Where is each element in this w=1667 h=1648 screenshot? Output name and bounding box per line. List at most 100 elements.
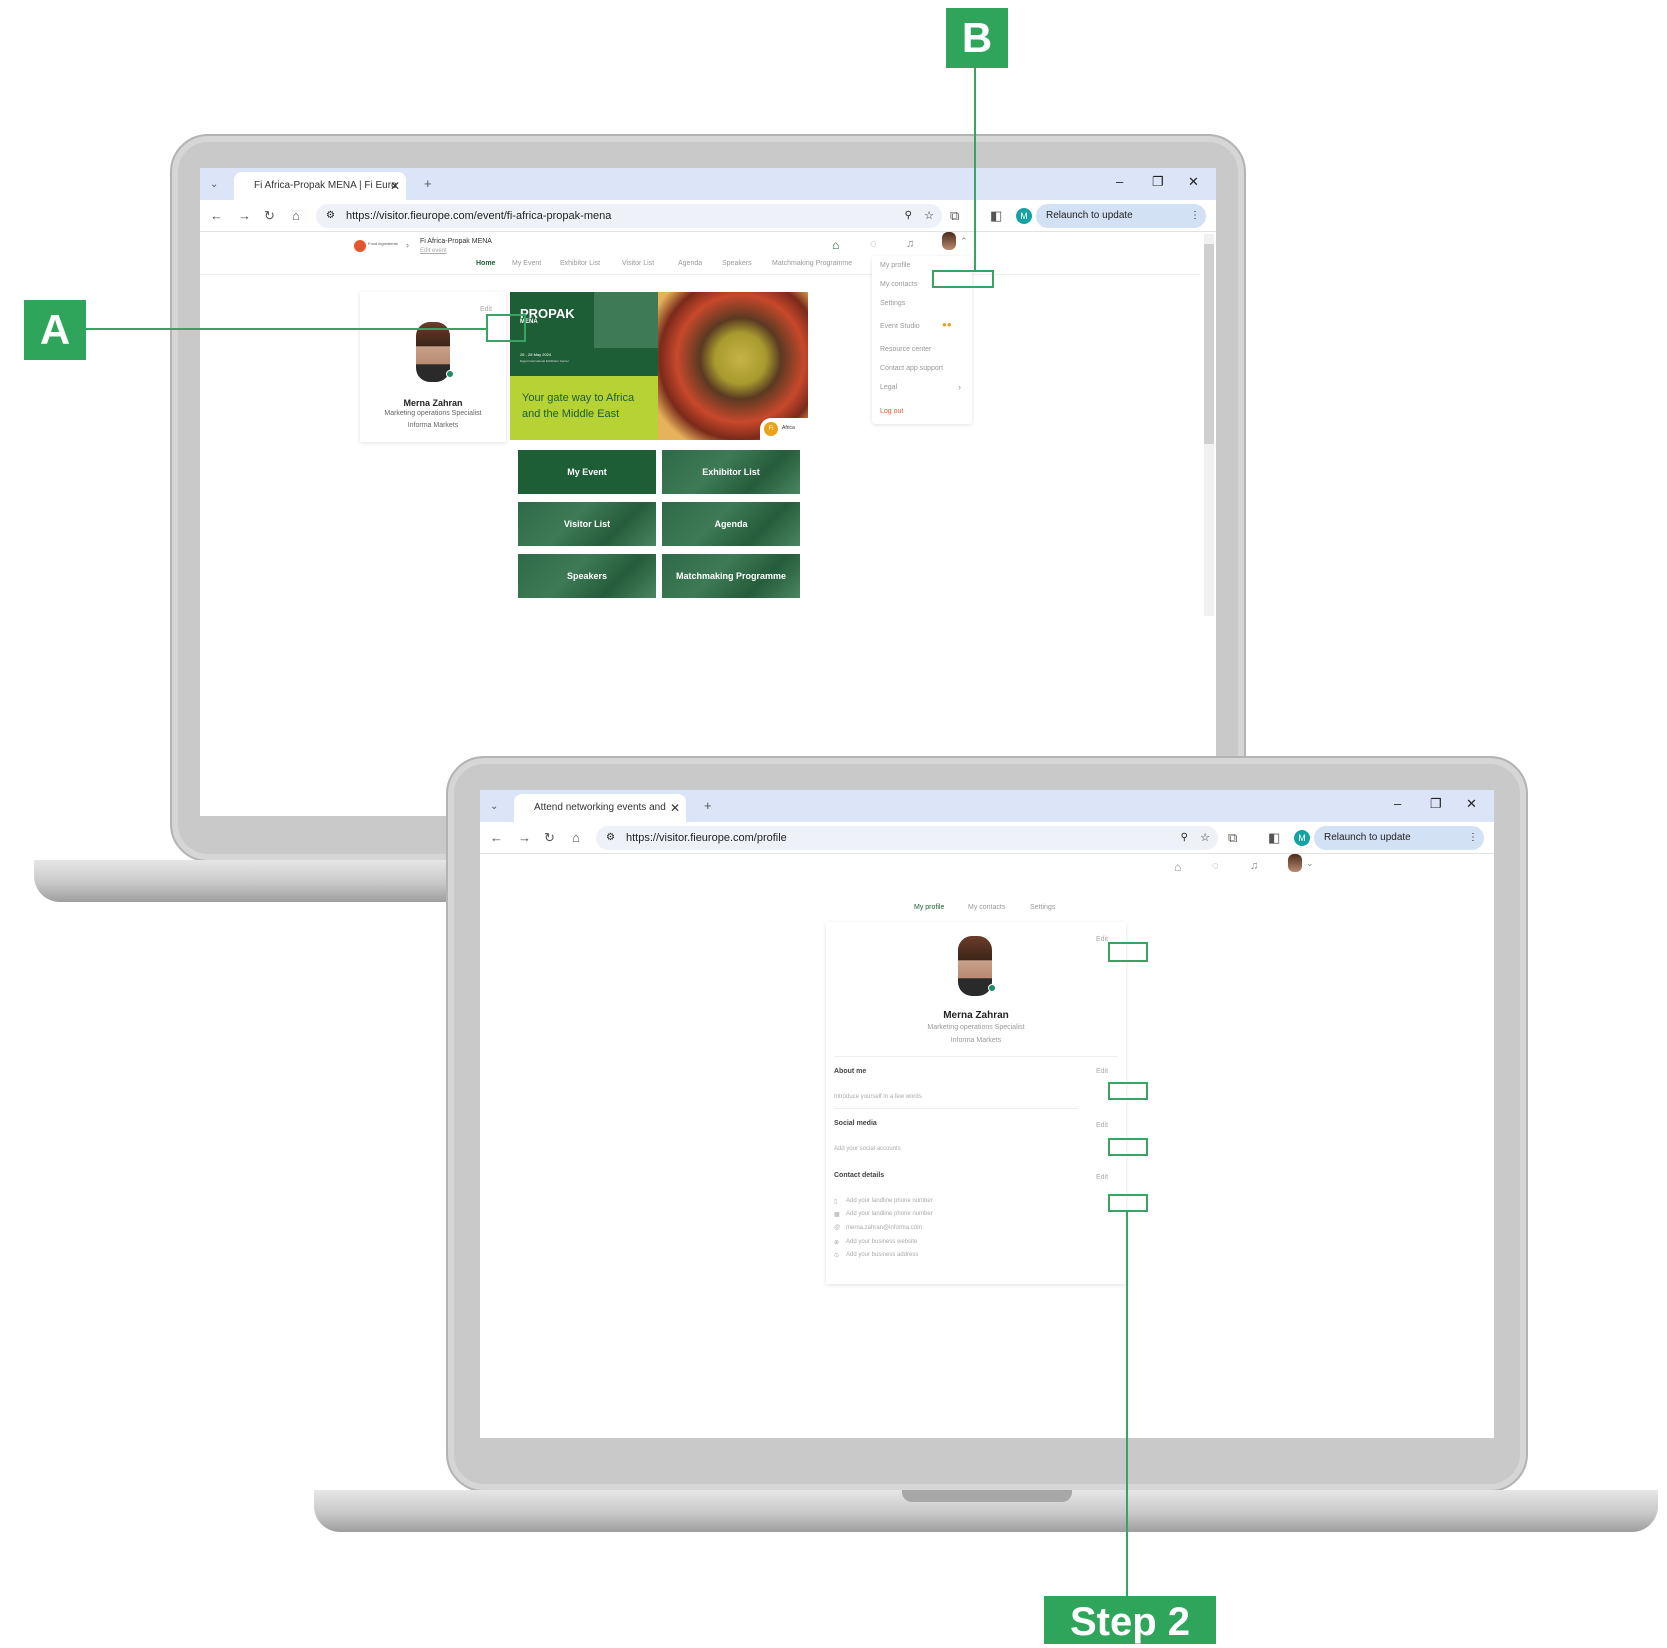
- tab-search-icon[interactable]: ⌄: [210, 177, 218, 193]
- home-icon[interactable]: ⌂: [292, 208, 300, 224]
- highlight-about-edit: [1108, 1082, 1148, 1100]
- relaunch-button-2[interactable]: Relaunch to update ⋮: [1314, 826, 1484, 850]
- profile-edit-button-2[interactable]: Edit: [1096, 936, 1108, 943]
- tab-search-icon-2[interactable]: ⌄: [490, 799, 498, 815]
- site-settings-icon-2[interactable]: ⚙: [606, 826, 615, 850]
- chevron-up-icon[interactable]: ⌃: [960, 236, 968, 247]
- profile-photo-2: [958, 936, 992, 996]
- home-nav-icon-2[interactable]: ⌂: [1174, 860, 1181, 874]
- tile-visitor-list[interactable]: Visitor List: [518, 502, 656, 546]
- close-tab-icon[interactable]: ✕: [390, 172, 400, 200]
- tile-speakers[interactable]: Speakers: [518, 554, 656, 598]
- chat-icon[interactable]: ◌: [870, 238, 877, 250]
- section-divider-1: [834, 1056, 1118, 1057]
- location-pin-icon: ⊙: [834, 1253, 840, 1259]
- back-icon[interactable]: ←: [210, 208, 223, 224]
- bell-icon-2[interactable]: ♫: [1250, 860, 1258, 872]
- side-panel-icon[interactable]: ◧: [990, 208, 1002, 224]
- profile-avatar-icon[interactable]: M: [1016, 208, 1032, 224]
- profile-avatar-icon-2[interactable]: M: [1294, 830, 1310, 846]
- zoom-icon-2[interactable]: ⚲: [1181, 826, 1188, 850]
- back-icon-2[interactable]: ←: [490, 830, 503, 846]
- more-menu-icon[interactable]: ⋮: [1190, 204, 1200, 228]
- tile-my-event[interactable]: My Event: [518, 450, 656, 494]
- user-avatar-2[interactable]: [1288, 854, 1302, 872]
- brand-logo[interactable]: Food ingredients: [354, 240, 404, 254]
- banner-headline-1: Your gate way to Africa: [522, 392, 635, 404]
- menu-my-contacts[interactable]: My contacts: [880, 281, 917, 288]
- side-panel-icon-2[interactable]: ◧: [1268, 830, 1280, 846]
- minimize-icon-2[interactable]: –: [1394, 796, 1401, 811]
- tab-my-profile[interactable]: My profile: [914, 904, 944, 911]
- tile-exhibitor-list[interactable]: Exhibitor List: [662, 450, 800, 494]
- event-studio-emoji-icon: ●●: [942, 320, 952, 329]
- menu-settings[interactable]: Settings: [880, 300, 905, 307]
- new-tab-icon[interactable]: +: [424, 176, 432, 192]
- legal-chevron-icon: ›: [958, 382, 961, 392]
- nav-agenda[interactable]: Agenda: [678, 260, 702, 267]
- close-window-icon-2[interactable]: ✕: [1466, 796, 1477, 812]
- nav-my-event[interactable]: My Event: [512, 260, 541, 267]
- social-edit-button[interactable]: Edit: [1096, 1122, 1108, 1129]
- nav-matchmaking[interactable]: Matchmaking Programme: [772, 260, 852, 267]
- bell-icon[interactable]: ♫: [906, 238, 914, 250]
- contact-edit-button[interactable]: Edit: [1096, 1174, 1108, 1181]
- nav-exhibitor-list[interactable]: Exhibitor List: [560, 260, 600, 267]
- more-menu-icon-2[interactable]: ⋮: [1468, 826, 1478, 850]
- browser-tab-2[interactable]: Attend networking events and ✕: [514, 794, 686, 822]
- tab-settings[interactable]: Settings: [1030, 904, 1055, 911]
- relaunch-button[interactable]: Relaunch to update ⋮: [1036, 204, 1206, 228]
- chat-icon-2[interactable]: ◌: [1212, 860, 1219, 872]
- restore-icon-2[interactable]: ❐: [1430, 796, 1442, 812]
- tile-agenda[interactable]: Agenda: [662, 502, 800, 546]
- profile-edit-button[interactable]: Edit: [480, 306, 492, 313]
- menu-my-profile[interactable]: My profile: [880, 262, 910, 269]
- restore-icon[interactable]: ❐: [1152, 174, 1164, 190]
- close-window-icon[interactable]: ✕: [1188, 174, 1199, 190]
- minimize-icon[interactable]: –: [1116, 174, 1123, 189]
- header-divider: [200, 274, 1200, 275]
- site-settings-icon[interactable]: ⚙: [326, 204, 335, 228]
- bookmark-star-icon[interactable]: ☆: [924, 204, 934, 228]
- url-field[interactable]: ⚙ https://visitor.fieurope.com/event/fi-…: [316, 204, 942, 228]
- scrollbar[interactable]: [1204, 234, 1214, 616]
- event-name: Fi Africa-Propak MENA: [420, 238, 492, 245]
- contact-landline-1: Add your landline phone number: [846, 1198, 933, 1204]
- extensions-icon-2[interactable]: ⧉: [1228, 830, 1237, 846]
- menu-contact-support[interactable]: Contact app support: [880, 365, 943, 372]
- home-nav-icon[interactable]: ⌂: [832, 238, 839, 252]
- bookmark-star-icon-2[interactable]: ☆: [1200, 826, 1210, 850]
- menu-legal[interactable]: Legal: [880, 384, 897, 391]
- user-avatar[interactable]: [942, 232, 956, 250]
- contact-address: Add your business address: [846, 1252, 919, 1258]
- nav-visitor-list[interactable]: Visitor List: [622, 260, 654, 267]
- chevron-down-icon[interactable]: ⌄: [1306, 858, 1314, 869]
- contact-title: Contact details: [834, 1172, 885, 1179]
- home-icon-2[interactable]: ⌂: [572, 830, 580, 846]
- tab-my-contacts[interactable]: My contacts: [968, 904, 1005, 911]
- zoom-icon[interactable]: ⚲: [905, 204, 912, 228]
- nav-home[interactable]: Home: [476, 260, 495, 267]
- profile-role-2: Marketing operations Specialist: [927, 1024, 1025, 1031]
- new-tab-icon-2[interactable]: +: [704, 798, 712, 814]
- tile-matchmaking[interactable]: Matchmaking Programme: [662, 554, 800, 598]
- extensions-icon[interactable]: ⧉: [950, 208, 959, 224]
- nav-speakers[interactable]: Speakers: [722, 260, 752, 267]
- url-text-2: https://visitor.fieurope.com/profile: [626, 832, 787, 844]
- close-tab-icon-2[interactable]: ✕: [670, 794, 680, 822]
- forward-icon-2[interactable]: →: [518, 830, 531, 846]
- reload-icon[interactable]: ↻: [264, 208, 275, 224]
- url-field-2[interactable]: ⚙ https://visitor.fieurope.com/profile ⚲…: [596, 826, 1218, 850]
- reload-icon-2[interactable]: ↻: [544, 830, 555, 846]
- menu-resource-center[interactable]: Resource center: [880, 346, 931, 353]
- edit-event-link[interactable]: Edit event: [420, 248, 447, 254]
- menu-log-out[interactable]: Log out: [880, 408, 903, 415]
- browser-window-1: ⌄ Fi Africa-Propak MENA | Fi Euro ✕ + – …: [200, 168, 1216, 816]
- contact-website: Add your business website: [846, 1239, 918, 1245]
- profile-role: Marketing operations Specialist: [384, 410, 482, 417]
- banner-headline-2: and the Middle East: [522, 408, 620, 420]
- menu-event-studio[interactable]: Event Studio: [880, 323, 920, 330]
- about-edit-button[interactable]: Edit: [1096, 1068, 1108, 1075]
- browser-tab[interactable]: Fi Africa-Propak MENA | Fi Euro ✕: [234, 172, 406, 200]
- forward-icon[interactable]: →: [238, 208, 251, 224]
